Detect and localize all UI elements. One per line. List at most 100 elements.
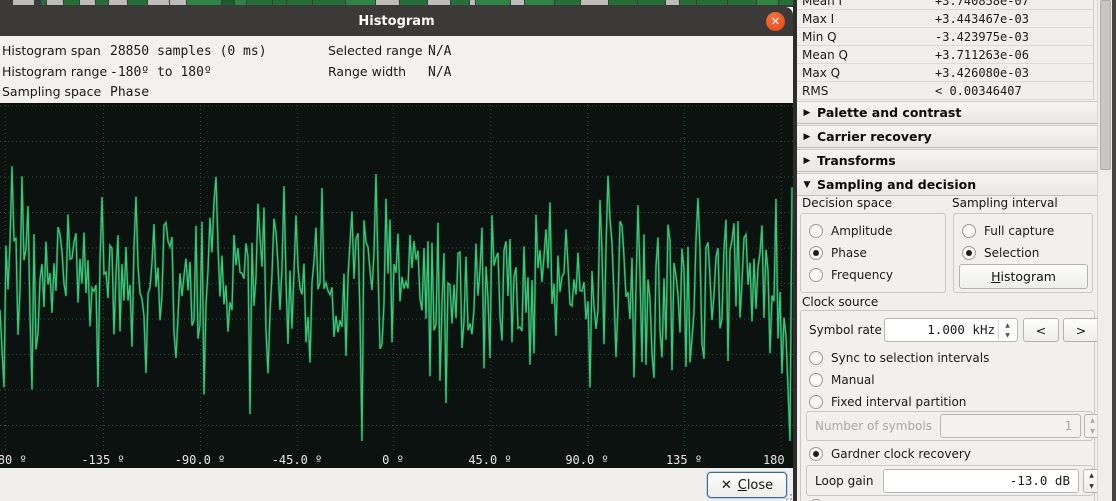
stat-row: Max I+3.443467e-03 [797,10,1093,28]
panel-scrollbar[interactable] [1097,0,1112,501]
next-button-label: > [1076,323,1086,338]
radio-option-manual[interactable]: Manual [809,369,989,391]
radio-label: Fixed interval partition [831,395,966,409]
clock-source-group: Symbol rate 1.000 kHz ▲▼ < > Sync to sel… [800,310,1095,501]
chevron-right-icon: ▶ [797,156,817,166]
x-axis-tick-label: -45.0 º [272,453,323,467]
background-app-strip [0,0,800,7]
info-row: Histogram span28850 samples (0 ms) [2,41,267,62]
num-symbols-row: Number of symbols 1 ▲▼ [806,411,1093,441]
x-axis-tick-label: -90.0 º [175,453,226,467]
dialog-footer: ✕ Close [0,468,793,501]
radio-label: Frequency [831,268,893,282]
chevron-right-icon: ▶ [797,132,817,142]
info-row: Range widthN/A [328,62,451,83]
symbol-rate-spinbox[interactable]: 1.000 kHz ▲▼ [884,318,1018,342]
window-edge [1112,0,1116,501]
section-label: Sampling and decision [817,177,976,192]
x-axis-tick-label: -135 º [81,453,124,467]
section-header-carrier-recovery[interactable]: ▶Carrier recovery [797,125,1097,148]
radio-icon[interactable] [809,447,823,461]
section-label: Carrier recovery [817,129,932,144]
symbol-rate-label: Symbol rate [809,323,882,337]
x-axis-tick-label: -180 º [0,453,27,467]
radio-option-phase[interactable]: Phase [809,242,945,264]
section-header-transforms[interactable]: ▶Transforms [797,149,1097,172]
info-row: Selected rangeN/A [328,41,451,62]
radio-icon[interactable] [809,395,823,409]
symbol-rate-spinner[interactable]: ▲▼ [998,320,1016,340]
resize-grip-icon[interactable] [783,491,793,501]
section-header-sampling-and-decision[interactable]: ▼Sampling and decision [797,173,1097,196]
scrollbar-thumb[interactable] [1100,0,1111,170]
radio-label: Gardner clock recovery [831,447,971,461]
inspector-side-panel: Mean I+3.740858e-07Max I+3.443467e-03Min… [797,0,1097,501]
decision-space-radios: Amplitude Phase Frequency [809,220,945,286]
radio-label: Phase [831,246,867,260]
radio-label: Manual [831,373,875,387]
radio-icon[interactable] [809,246,823,260]
histogram-info: Histogram span28850 samples (0 ms)Histog… [0,36,793,103]
info-row: Histogram range-180º to 180º [2,62,267,83]
loop-gain-row: Loop gain -13.0 dB ▲▼ [806,465,1093,496]
histogram-plot[interactable]: -180 º -135 º -90.0 º -45.0 º 0 º 45.0 º 90.0 … [0,103,793,468]
clock-source-label: Clock source [802,295,878,309]
titlebar-close-button[interactable]: ✕ [766,12,785,31]
radio-option-sync-to-selection-intervals[interactable]: Sync to selection intervals [809,347,989,369]
section-label: Transforms [817,153,896,168]
histogram-dialog: Histogram ✕ Histogram span28850 samples … [0,7,793,501]
stat-row: Mean Q+3.711263e-06 [797,46,1093,64]
info-row: Sampling spacePhase [2,82,267,103]
radio-label: Amplitude [831,224,893,238]
loop-gain-value: -13.0 dB [1010,470,1070,492]
decision-space-label: Decision space [802,196,892,210]
close-x-icon: ✕ [721,478,732,493]
stat-row: RMS< 0.00346407 [797,82,1093,100]
spin-up-icon: ▲ [999,320,1016,330]
section-header-palette-and-contrast[interactable]: ▶Palette and contrast [797,101,1097,124]
radio-icon[interactable] [809,351,823,365]
loop-gain-spinbox[interactable]: -13.0 dB [883,469,1079,493]
radio-option-full-capture[interactable]: Full capture [962,220,1092,242]
radio-option-selection[interactable]: Selection [962,242,1092,264]
stat-row: Min Q-3.423975e-03 [797,28,1093,46]
section-label: Palette and contrast [817,105,961,120]
decision-space-group: Amplitude Phase Frequency [800,213,946,293]
radio-icon[interactable] [809,373,823,387]
num-symbols-value: 1 [1064,415,1072,437]
radio-option-amplitude[interactable]: Amplitude [809,220,945,242]
radio-option-gardner-clock-recovery[interactable]: Gardner clock recovery [809,443,971,465]
radio-icon[interactable] [962,246,976,260]
spin-down-icon: ▼ [999,330,1016,340]
symbol-rate-next-button[interactable]: > [1063,318,1099,342]
collapsible-sections: ▶Palette and contrast▶Carrier recovery▶T… [797,101,1097,197]
dialog-titlebar[interactable]: Histogram ✕ [0,7,793,36]
radio-icon[interactable] [809,224,823,238]
close-button[interactable]: ✕ Close [707,472,787,498]
close-button-label: Close [738,478,773,493]
symbol-rate-prev-button[interactable]: < [1023,318,1059,342]
radio-option-fixed-interval-partition[interactable]: Fixed interval partition [809,391,989,413]
dialog-title: Histogram [358,14,434,29]
radio-label: Sync to selection intervals [831,351,989,365]
sampling-interval-radios: Full capture Selection [962,220,1092,264]
x-axis-tick-label: 45.0 º [468,453,511,467]
radio-option-frequency[interactable]: Frequency [809,264,945,286]
radio-icon[interactable] [809,268,823,282]
x-axis-tick-label: 90.0 º [565,453,608,467]
signal-stats-table: Mean I+3.740858e-07Max I+3.443467e-03Min… [797,0,1094,100]
info-left-column: Histogram span28850 samples (0 ms)Histog… [2,41,267,103]
prev-button-label: < [1036,323,1046,338]
chevron-right-icon: ▶ [797,108,817,118]
gardner-radio-row: Gardner clock recovery [809,443,971,465]
x-axis-tick-label: 135 º [666,453,702,467]
stat-row: Mean I+3.740858e-07 [797,0,1093,10]
sampling-interval-label: Sampling interval [952,196,1058,210]
radio-label: Full capture [984,224,1054,238]
histogram-button-label: Histogram [991,269,1056,284]
app-root: { "window": { "title": "Histogram", "clo… [0,0,1116,501]
histogram-button[interactable]: Histogram [959,264,1088,289]
sampling-interval-group: Full capture Selection Histogram [953,213,1093,293]
radio-icon[interactable] [962,224,976,238]
x-axis-tick-label: 0 º [382,453,404,467]
